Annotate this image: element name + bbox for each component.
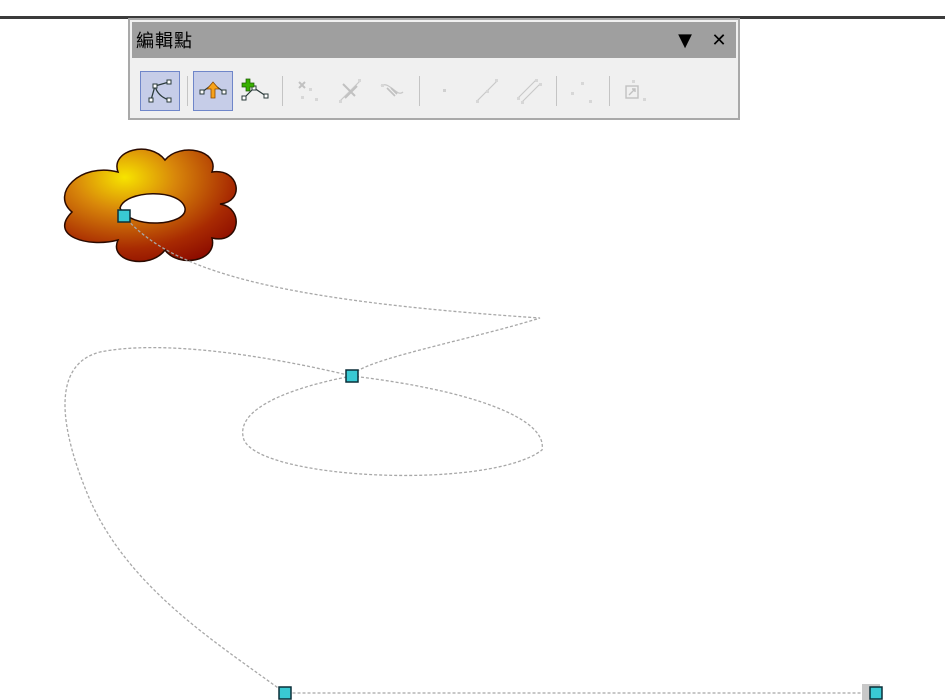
split-curve-button[interactable] (330, 71, 370, 111)
smooth-transition-icon (476, 79, 498, 103)
points-mode-button[interactable] (140, 71, 180, 111)
corner-point-icon (443, 89, 446, 92)
edit-points-icon (148, 79, 172, 103)
symmetric-transition-button[interactable] (509, 71, 549, 111)
toolbar-separator (282, 76, 283, 106)
symmetric-transition-icon (517, 79, 542, 104)
toolbar-button-row (140, 68, 730, 114)
insert-points-button[interactable] (235, 71, 275, 111)
toolbar-close-button[interactable]: ✕ (702, 25, 736, 55)
move-points-icon (199, 81, 227, 99)
path-end-handle[interactable] (869, 686, 883, 700)
titlebar-controls: ▼ ✕ (668, 25, 736, 55)
smooth-transition-button[interactable] (467, 71, 507, 111)
path-bottom-handle[interactable] (278, 686, 292, 700)
motion-path-curve[interactable] (64, 215, 876, 694)
path-mid-handle[interactable] (345, 369, 359, 383)
eliminate-points-icon (625, 80, 646, 101)
move-points-button[interactable] (193, 71, 233, 111)
document-top-border (0, 0, 945, 19)
convert-to-curve-button[interactable] (372, 71, 412, 111)
edit-points-toolbar: 編輯點 ▼ ✕ (128, 18, 740, 120)
close-bezier-icon (571, 82, 592, 103)
toolbar-title: 編輯點 (136, 31, 193, 52)
close-bezier-button[interactable] (562, 71, 602, 111)
toolbar-separator (419, 76, 420, 106)
toolbar-separator (609, 76, 610, 106)
toolbar-titlebar[interactable]: 編輯點 ▼ ✕ (132, 22, 736, 58)
flower-shape[interactable] (63, 148, 237, 263)
toolbar-menu-button[interactable]: ▼ (668, 25, 702, 55)
eliminate-points-button[interactable] (615, 71, 655, 111)
toolbar-separator (556, 76, 557, 106)
insert-points-icon (241, 78, 269, 101)
delete-points-icon (298, 81, 318, 101)
toolbar-separator (187, 76, 188, 106)
corner-point-button[interactable] (425, 71, 465, 111)
delete-points-button[interactable] (288, 71, 328, 111)
convert-curve-icon (380, 84, 404, 97)
split-curve-icon (339, 79, 361, 103)
path-start-handle[interactable] (117, 209, 131, 223)
